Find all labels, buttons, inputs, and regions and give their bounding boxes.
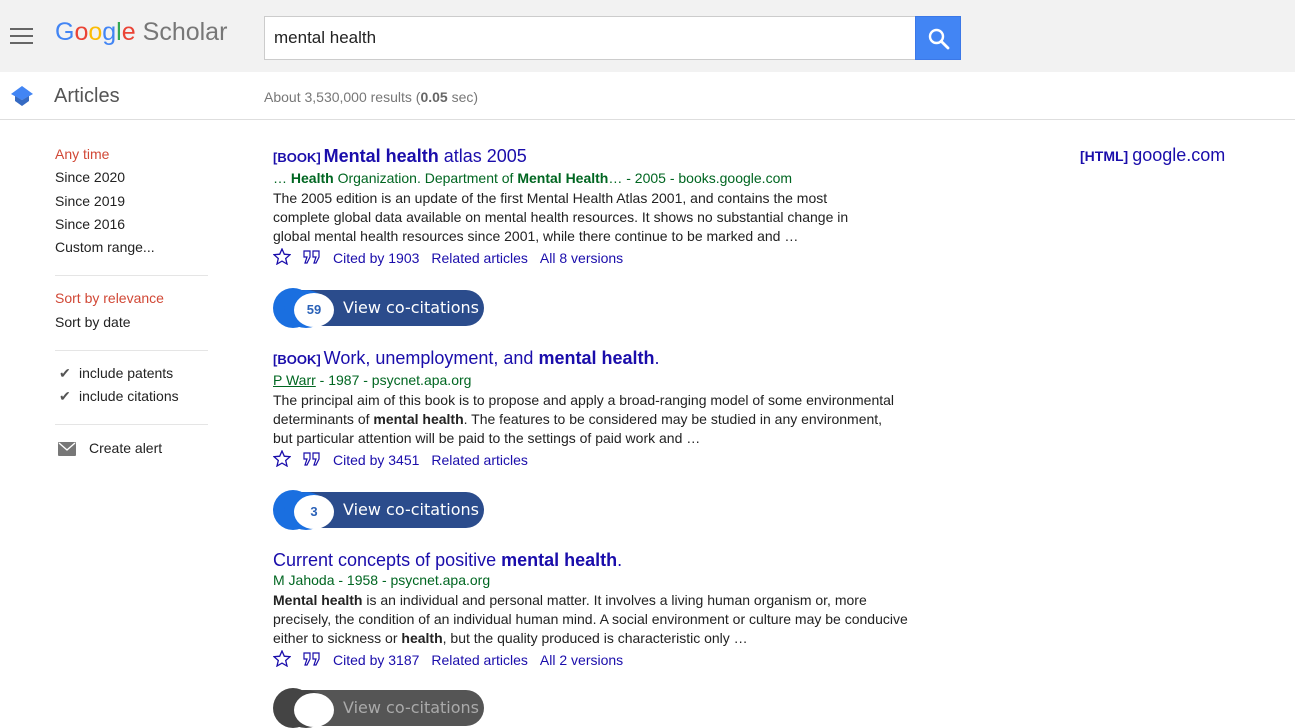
result-meta: … Health Organization. Department of Men…	[273, 170, 793, 186]
result-meta: M Jahoda - 1958 - psycnet.apa.org	[273, 572, 491, 588]
sort-by-relevance[interactable]: Sort by relevance	[55, 289, 210, 312]
search-input[interactable]	[264, 16, 916, 60]
cite-quote-icon[interactable]	[303, 451, 321, 471]
result-snippet: The principal aim of this book is to pro…	[273, 392, 895, 446]
result-snippet: The 2005 edition is an update of the fir…	[273, 190, 849, 244]
related-articles-link[interactable]: Related articles	[431, 652, 528, 668]
all-versions-link[interactable]: All 2 versions	[540, 652, 623, 668]
result-actions: Cited by 3187 Related articles All 2 versi…	[272, 649, 913, 672]
checkmark-icon: ✔	[59, 388, 71, 405]
search-result: [BOOK] Work, unemployment, and mental hea…	[272, 347, 913, 472]
view-cocitations-button[interactable]: 3 View co-citations	[273, 490, 484, 530]
sort-by-date[interactable]: Sort by date	[55, 313, 210, 336]
cocitation-count-badge: 3	[294, 495, 334, 529]
cite-quote-icon[interactable]	[303, 651, 321, 671]
envelope-icon	[58, 442, 76, 457]
cocitation-count-badge: 59	[294, 293, 334, 327]
all-versions-link[interactable]: All 8 versions	[540, 250, 623, 266]
result-title[interactable]: [BOOK] Work, unemployment, and mental hea…	[273, 347, 913, 371]
header: Google Scholar	[0, 0, 1295, 72]
result-actions: Cited by 3451 Related articles	[272, 449, 913, 472]
author-link[interactable]: P Warr	[273, 372, 316, 388]
checkmark-icon: ✔	[59, 365, 71, 382]
search-button[interactable]	[915, 16, 961, 60]
filter-since-2019[interactable]: Since 2019	[55, 192, 210, 215]
search-result: [BOOK] Mental health atlas 2005 … Health …	[272, 145, 913, 270]
result-meta: P Warr - 1987 - psycnet.apa.org	[273, 372, 472, 388]
results-count: About 3,530,000 results (0.05 sec)	[264, 89, 479, 105]
cited-by-link[interactable]: Cited by 1903	[333, 250, 419, 266]
subheader: Articles About 3,530,000 results (0.05 s…	[0, 72, 1295, 120]
search-result: Current concepts of positive mental heal…	[272, 549, 913, 672]
sidebar: Any time Since 2020 Since 2019 Since 201…	[55, 145, 210, 458]
cocitation-count-badge	[294, 693, 334, 727]
menu-icon[interactable]	[10, 28, 33, 44]
filter-any-time[interactable]: Any time	[55, 145, 210, 168]
filter-custom-range[interactable]: Custom range...	[55, 238, 210, 261]
result-title[interactable]: Current concepts of positive mental heal…	[273, 549, 913, 571]
cocitation-label: View co-citations	[343, 500, 480, 519]
include-citations-checkbox[interactable]: ✔ include citations	[55, 387, 210, 410]
save-star-icon[interactable]	[272, 649, 292, 672]
result-title[interactable]: [BOOK] Mental health atlas 2005	[273, 145, 913, 169]
cocitation-label: View co-citations	[343, 298, 480, 317]
result-snippet: Mental health is an individual and perso…	[273, 592, 908, 646]
cite-quote-icon[interactable]	[303, 249, 321, 269]
divider	[55, 350, 208, 352]
create-alert-link[interactable]: Create alert	[55, 438, 210, 458]
result-actions: Cited by 1903 Related articles All 8 versi…	[272, 247, 913, 270]
related-articles-link[interactable]: Related articles	[431, 250, 528, 266]
filter-since-2020[interactable]: Since 2020	[55, 168, 210, 191]
divider	[55, 275, 208, 277]
cited-by-link[interactable]: Cited by 3187	[333, 652, 419, 668]
related-articles-link[interactable]: Related articles	[431, 452, 528, 468]
view-cocitations-button[interactable]: 59 View co-citations	[273, 288, 484, 328]
search-icon	[928, 28, 950, 50]
divider	[55, 424, 208, 426]
cited-by-link[interactable]: Cited by 3451	[333, 452, 419, 468]
view-cocitations-button[interactable]: View co-citations	[273, 688, 484, 728]
html-fulltext-link[interactable]: [HTML] google.com	[1080, 145, 1225, 166]
include-patents-checkbox[interactable]: ✔ include patents	[55, 364, 210, 387]
save-star-icon[interactable]	[272, 449, 292, 472]
filter-since-2016[interactable]: Since 2016	[55, 215, 210, 238]
save-star-icon[interactable]	[272, 247, 292, 270]
google-scholar-logo[interactable]: Google Scholar	[55, 18, 227, 47]
mortarboard-icon[interactable]	[10, 85, 34, 107]
articles-label: Articles	[54, 85, 120, 107]
